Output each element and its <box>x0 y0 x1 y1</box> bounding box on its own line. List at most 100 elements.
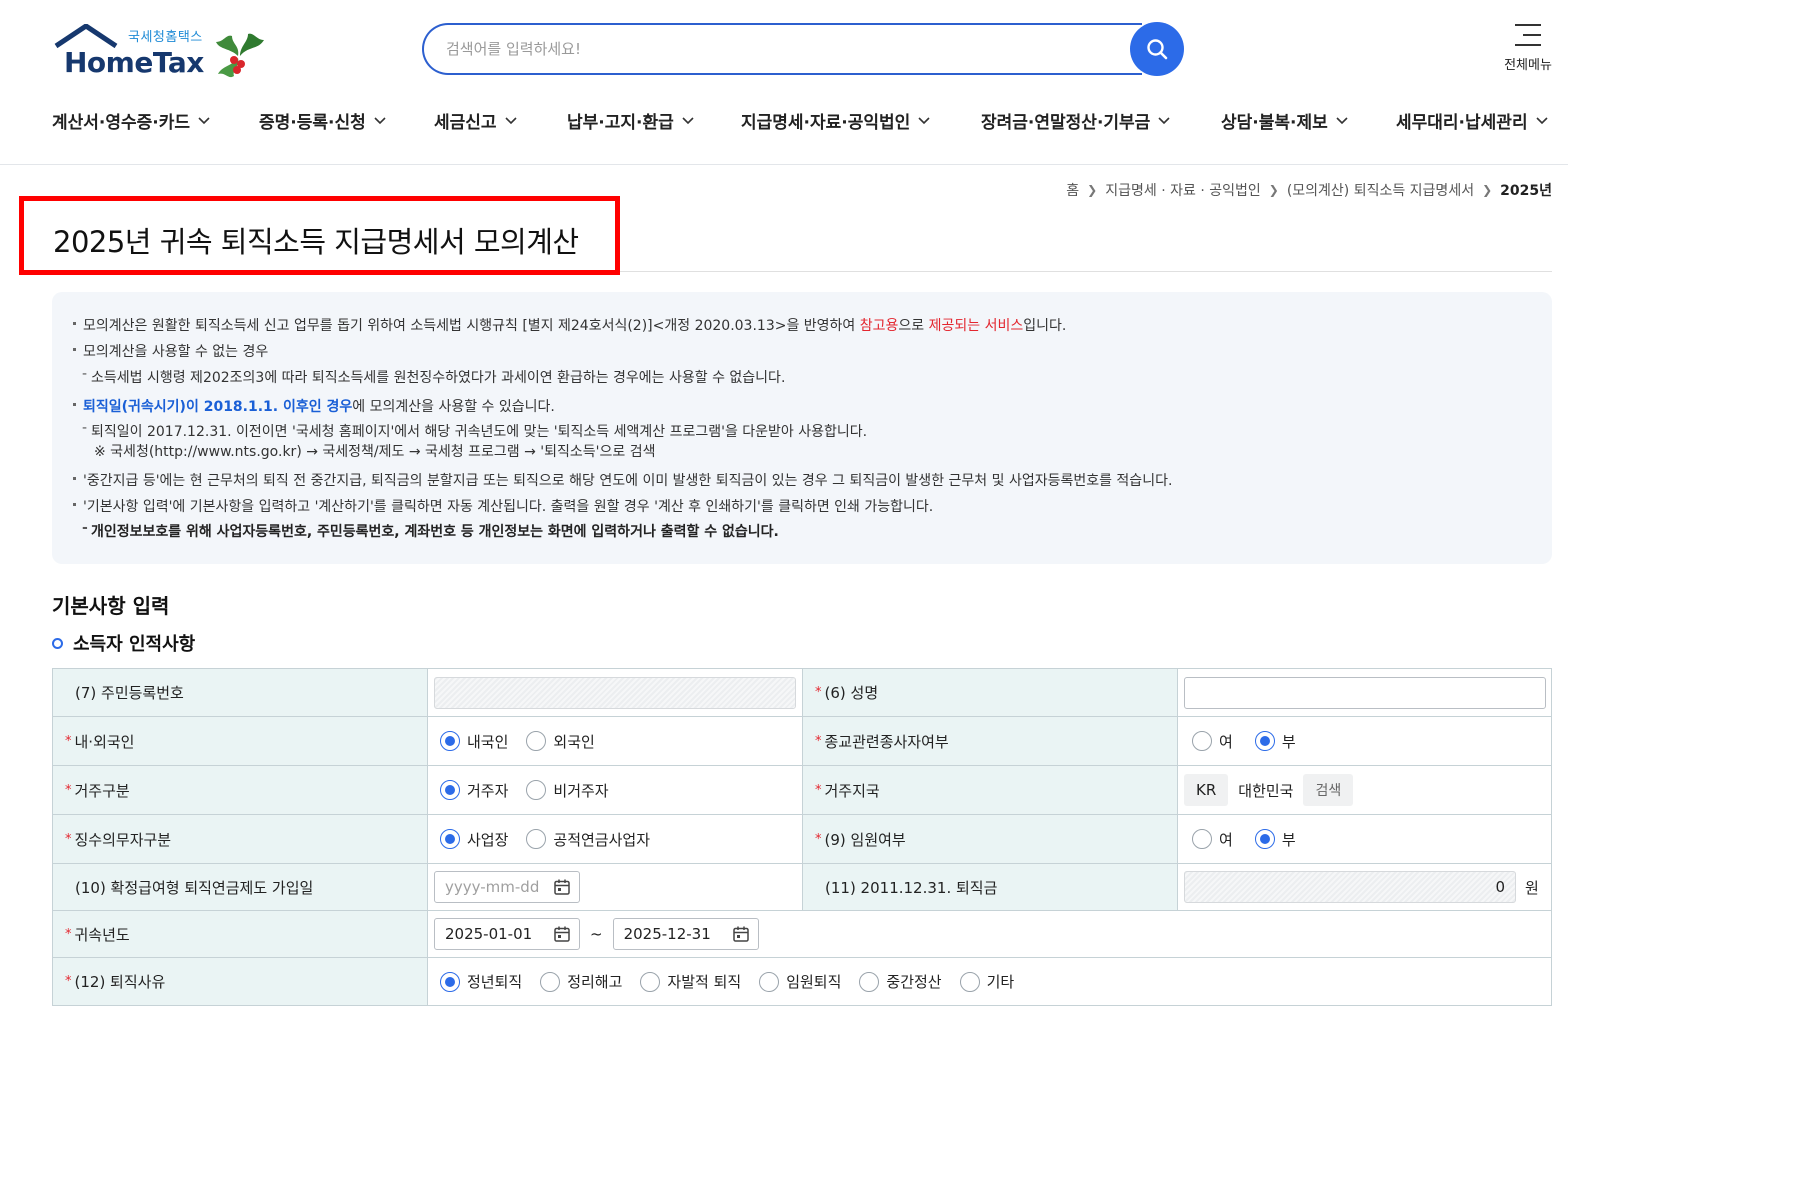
notice-line-3: 소득세법 시행령 제202조의3에 따라 퇴직소득세를 원천징수하였다가 과세이… <box>82 366 785 387</box>
religious-cell: 여 부 <box>1177 717 1552 765</box>
name-label: * (6) 성명 <box>802 669 1177 716</box>
severance-2011-cell: 0 원 <box>1177 864 1552 910</box>
residence-cell: 거주자 비거주자 <box>427 766 802 814</box>
rrn-cell <box>427 669 802 716</box>
breadcrumb: 홈 ❯ 지급명세 · 자료 · 공익법인 ❯ (모의계산) 퇴직소득 지급명세서… <box>1066 180 1552 200</box>
chevron-down-icon <box>682 116 694 124</box>
all-menu-button[interactable]: 전체메뉴 <box>1498 24 1558 73</box>
radio-unchecked-icon <box>859 971 880 992</box>
reason-label: * (12) 퇴직사유 <box>52 958 427 1005</box>
nationality-cell: 내국인 외국인 <box>427 717 802 765</box>
radio-reason-retirement[interactable]: 정년퇴직 <box>440 971 522 992</box>
year-from-input[interactable]: 2025-01-01 <box>434 918 580 950</box>
nav-item-invoices[interactable]: 계산서·영수증·카드 <box>52 108 259 133</box>
dc-join-date-input[interactable]: yyyy-mm-dd <box>434 871 580 903</box>
breadcrumb-mock-calc[interactable]: (모의계산) 퇴직소득 지급명세서 <box>1287 180 1474 200</box>
nav-item-incentives[interactable]: 장려금·연말정산·기부금 <box>981 108 1221 133</box>
notice-line-1: 모의계산은 원활한 퇴직소득세 신고 업무를 돕기 위하여 소득세법 시행규칙 … <box>72 315 1066 335</box>
residence-country-label: * 거주지국 <box>802 766 1177 814</box>
nav-label: 상담·불복·제보 <box>1221 113 1328 133</box>
name-cell <box>1177 669 1552 716</box>
range-separator: ~ <box>590 925 603 943</box>
chevron-down-icon <box>198 116 210 124</box>
radio-domestic[interactable]: 내국인 <box>440 731 508 752</box>
nav-item-payment[interactable]: 납부·고지·환급 <box>567 108 741 133</box>
table-row: * 거주구분 거주자 비거주자 * 거주지국 KR 대한민국 검색 <box>52 766 1552 815</box>
rrn-field <box>434 676 796 709</box>
radio-foreign[interactable]: 외국인 <box>526 731 595 752</box>
nav-label: 계산서·영수증·카드 <box>52 113 191 133</box>
search-icon <box>1147 39 1168 60</box>
radio-reason-voluntary[interactable]: 자발적 퇴직 <box>640 971 741 992</box>
notice-line-4: 퇴직일(귀속시기)이 2018.1.1. 이후인 경우에 모의계산을 사용할 수… <box>73 396 555 416</box>
radio-executive-yes[interactable]: 여 <box>1192 829 1233 850</box>
radio-checked-icon <box>1254 731 1275 751</box>
chevron-down-icon <box>1158 116 1170 124</box>
radio-checked-icon <box>440 780 460 800</box>
radio-reason-layoff[interactable]: 정리해고 <box>540 971 622 992</box>
search-bar <box>422 22 1184 77</box>
search-input[interactable] <box>422 23 1142 75</box>
circle-bullet-icon <box>52 637 63 649</box>
radio-executive-no[interactable]: 부 <box>1254 829 1296 850</box>
country-search-button[interactable]: 검색 <box>1303 774 1354 806</box>
nav-item-statements[interactable]: 지급명세·자료·공익법인 <box>741 108 981 133</box>
year-to-input[interactable]: 2025-12-31 <box>612 918 759 950</box>
radio-reason-interim[interactable]: 중간정산 <box>859 971 942 992</box>
notice-line-8: '기본사항 입력'에 기본사항을 입력하고 '계산하기'를 클릭하면 자동 계산… <box>72 496 933 516</box>
chevron-right-icon: ❯ <box>1268 183 1279 197</box>
radio-religious-no[interactable]: 부 <box>1254 731 1296 752</box>
notice-line-6: ※ 국세청(http://www.nts.go.kr) → 국세정책/제도 → … <box>94 444 656 460</box>
basic-info-table: (7) 주민등록번호 * (6) 성명 * 내·외국인 내국인 외국인 * 종교관련종… <box>52 668 1552 1006</box>
radio-reason-other[interactable]: 기타 <box>959 971 1014 992</box>
logo-wordmark: HomeTax <box>64 46 204 79</box>
reason-cell: 정년퇴직 정리해고 자발적 퇴직 임원퇴직 중간정산 기타 <box>427 958 1552 1005</box>
notice-line-5: 퇴직일이 2017.12.31. 이전이면 '국세청 홈페이지'에서 해당 귀속… <box>82 420 867 441</box>
radio-pension-operator[interactable]: 공적연금사업자 <box>526 829 650 850</box>
calendar-icon[interactable] <box>553 878 571 896</box>
severance-2011-label: (11) 2011.12.31. 퇴직금 <box>802 864 1177 910</box>
radio-unchecked-icon <box>540 971 561 992</box>
radio-unchecked-icon <box>1192 829 1212 849</box>
notice-box: 모의계산은 원활한 퇴직소득세 신고 업무를 돕기 위하여 소득세법 시행규칙 … <box>52 292 1552 564</box>
breadcrumb-statements[interactable]: 지급명세 · 자료 · 공익법인 <box>1105 180 1261 200</box>
hometax-logo[interactable]: 국세청홈택스 HomeTax <box>52 24 272 86</box>
table-row: * 징수의무자구분 사업장 공적연금사업자 * (9) 임원여부 여 부 <box>52 815 1552 864</box>
radio-unchecked-icon <box>526 780 547 800</box>
nav-item-consultation[interactable]: 상담·불복·제보 <box>1221 108 1396 133</box>
nationality-label: * 내·외국인 <box>52 717 427 765</box>
calendar-icon[interactable] <box>732 925 750 943</box>
title-highlight-box: 2025년 귀속 퇴직소득 지급명세서 모의계산 <box>19 196 620 275</box>
radio-nonresident[interactable]: 비거주자 <box>526 780 609 801</box>
country-code: KR <box>1184 774 1229 806</box>
radio-resident[interactable]: 거주자 <box>440 780 508 801</box>
country-name: 대한민국 <box>1238 781 1294 800</box>
main-navigation: 계산서·영수증·카드 증명·등록·신청 세금신고 납부·고지·환급 지급명세·자… <box>52 108 1558 133</box>
radio-reason-executive[interactable]: 임원퇴직 <box>759 971 841 992</box>
calendar-icon[interactable] <box>553 925 571 943</box>
notice-line-9: 개인정보보호를 위해 사업자등록번호, 주민등록번호, 계좌번호 등 개인정보는… <box>82 520 779 541</box>
radio-unchecked-icon <box>526 731 547 751</box>
radio-unchecked-icon <box>1192 731 1212 751</box>
nav-item-tax-filing[interactable]: 세금신고 <box>434 108 567 133</box>
severance-2011-field: 0 <box>1184 871 1516 903</box>
nav-label: 증명·등록·신청 <box>259 113 366 133</box>
hamburger-icon <box>1515 24 1541 46</box>
nav-label: 장려금·연말정산·기부금 <box>981 113 1151 133</box>
name-input[interactable] <box>1184 676 1546 709</box>
chevron-down-icon <box>918 116 930 124</box>
executive-label: * (9) 임원여부 <box>802 815 1177 863</box>
radio-checked-icon <box>1254 829 1275 849</box>
nav-item-certificates[interactable]: 증명·등록·신청 <box>259 108 434 133</box>
nav-item-tax-agent[interactable]: 세무대리·납세관리 <box>1396 108 1558 133</box>
nav-label: 지급명세·자료·공익법인 <box>741 113 911 133</box>
subsection-title: 소득자 인적사항 <box>52 630 195 656</box>
radio-religious-yes[interactable]: 여 <box>1192 731 1233 752</box>
breadcrumb-home[interactable]: 홈 <box>1066 180 1079 200</box>
chevron-right-icon: ❯ <box>1482 183 1493 197</box>
radio-business[interactable]: 사업장 <box>440 829 508 850</box>
chevron-down-icon <box>504 116 517 124</box>
year-label: * 귀속년도 <box>52 911 427 957</box>
search-button[interactable] <box>1130 22 1184 76</box>
withholder-cell: 사업장 공적연금사업자 <box>427 815 802 863</box>
